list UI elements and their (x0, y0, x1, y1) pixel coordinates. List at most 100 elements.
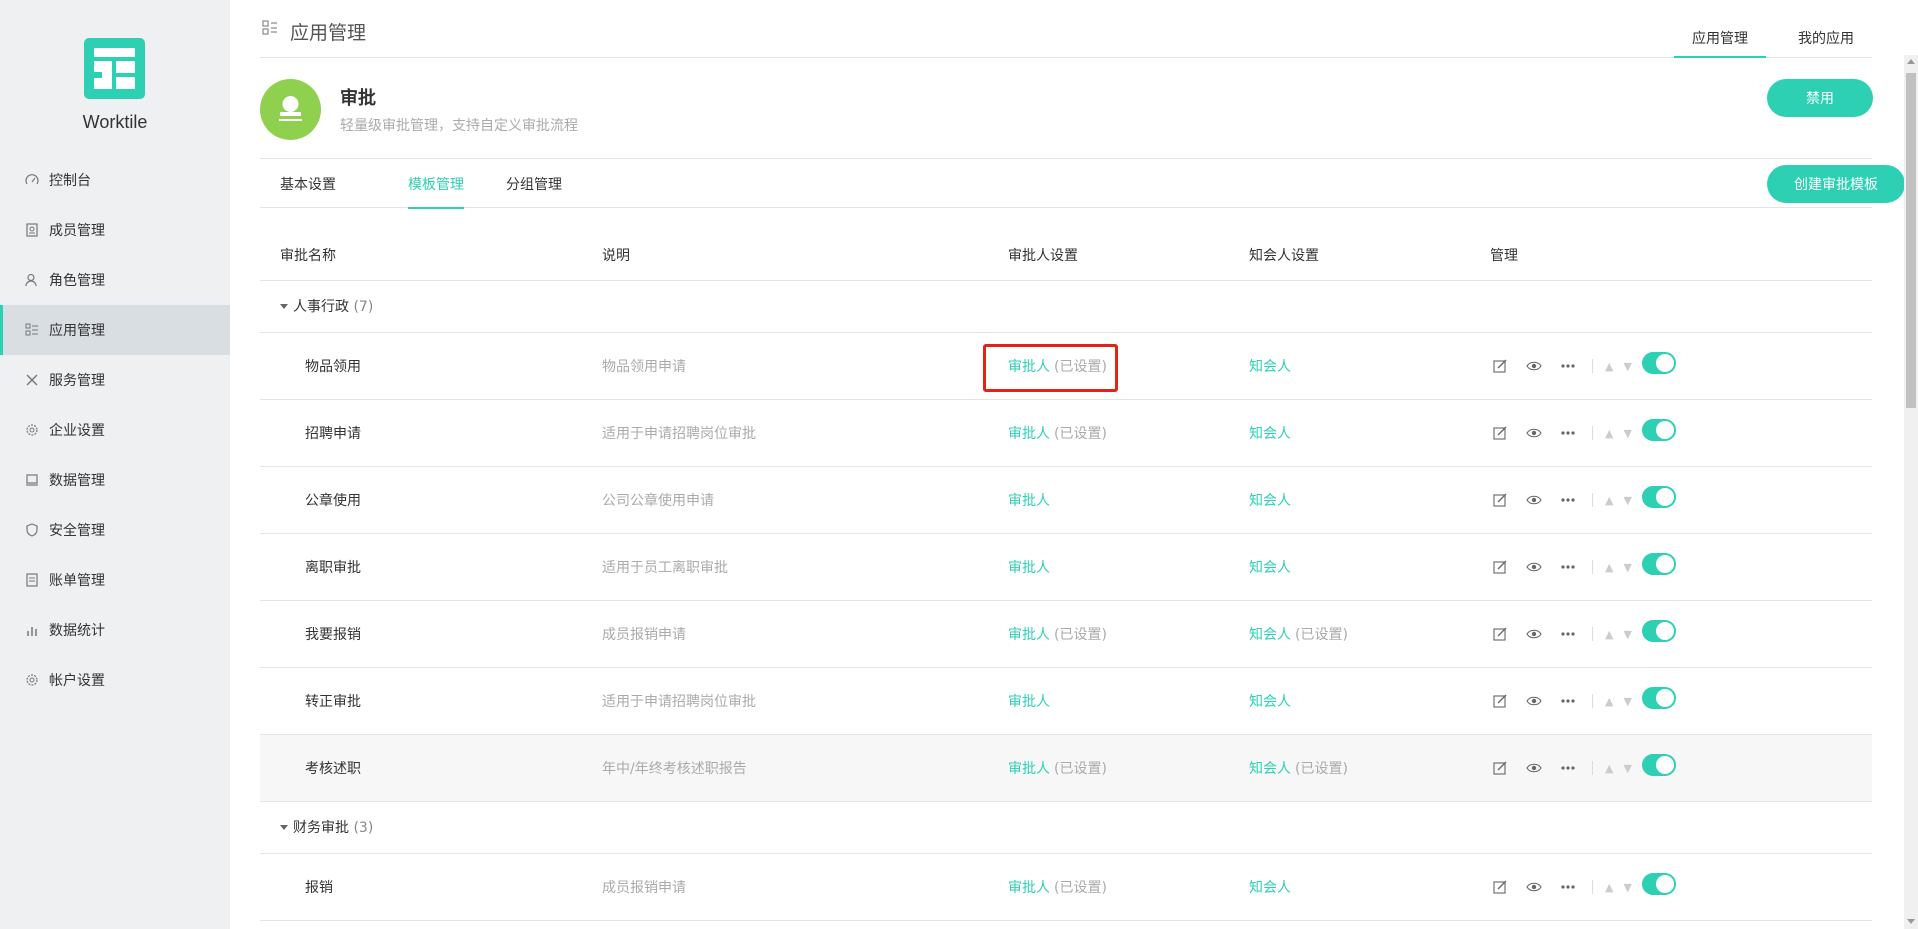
edit-icon[interactable] (1490, 356, 1510, 376)
group-row[interactable]: 财务审批 (3) (260, 802, 1872, 854)
group-label: 财务审批 (3) (293, 802, 373, 854)
edit-icon[interactable] (1490, 490, 1510, 510)
more-icon[interactable] (1558, 691, 1578, 711)
edit-icon[interactable] (1490, 423, 1510, 443)
arrow-up-icon[interactable]: ▲ (1605, 628, 1613, 641)
eye-icon[interactable] (1524, 423, 1544, 443)
more-icon[interactable] (1558, 423, 1578, 443)
arrow-down-icon[interactable]: ▼ (1623, 762, 1631, 775)
scroll-thumb[interactable] (1906, 73, 1916, 408)
sidebar-item-3[interactable]: 应用管理 (0, 305, 230, 355)
enable-toggle[interactable] (1641, 486, 1676, 508)
edit-icon[interactable] (1490, 758, 1510, 778)
caret-down-icon[interactable] (280, 825, 288, 830)
sidebar-item-2[interactable]: 角色管理 (0, 255, 230, 305)
enable-toggle[interactable] (1641, 620, 1676, 642)
worktile-logo-icon[interactable] (84, 38, 145, 99)
template-description: 适用于申请招聘岗位审批 (602, 426, 756, 442)
caret-down-icon[interactable] (280, 304, 288, 309)
cc-link[interactable]: 知会人 (1249, 356, 1291, 376)
sidebar-item-label: 账单管理 (49, 573, 105, 589)
cc-link[interactable]: 知会人 (1249, 490, 1291, 510)
scroll-up-icon[interactable] (1907, 59, 1915, 64)
tab-my-apps[interactable]: 我的应用 (1780, 0, 1872, 58)
arrow-down-icon[interactable]: ▼ (1623, 561, 1631, 574)
sidebar-item-9[interactable]: 数据统计 (0, 605, 230, 655)
enable-toggle[interactable] (1641, 754, 1676, 776)
eye-icon[interactable] (1524, 624, 1544, 644)
disable-button[interactable]: 禁用 (1767, 79, 1873, 117)
group-row[interactable]: 人事行政 (7) (260, 281, 1872, 333)
sidebar-item-5[interactable]: 企业设置 (0, 405, 230, 455)
sidebar-item-4[interactable]: 服务管理 (0, 355, 230, 405)
sidebar-item-8[interactable]: 账单管理 (0, 555, 230, 605)
arrow-down-icon[interactable]: ▼ (1623, 427, 1631, 440)
approver-link[interactable]: 审批人 (1008, 356, 1050, 376)
cc-link[interactable]: 知会人 (1249, 423, 1291, 443)
group-name: 人事行政 (293, 299, 349, 315)
more-icon[interactable] (1558, 356, 1578, 376)
approver-link[interactable]: 审批人 (1008, 758, 1050, 778)
arrow-up-icon[interactable]: ▲ (1605, 881, 1613, 894)
sidebar-item-6[interactable]: 数据管理 (0, 455, 230, 505)
eye-icon[interactable] (1524, 691, 1544, 711)
arrow-up-icon[interactable]: ▲ (1605, 561, 1613, 574)
cc-link[interactable]: 知会人 (1249, 557, 1291, 577)
cc-link[interactable]: 知会人 (1249, 758, 1291, 778)
cc-link[interactable]: 知会人 (1249, 877, 1291, 897)
approver-link[interactable]: 审批人 (1008, 423, 1050, 443)
cc-link[interactable]: 知会人 (1249, 624, 1291, 644)
eye-icon[interactable] (1524, 557, 1544, 577)
eye-icon[interactable] (1524, 490, 1544, 510)
tab-app-management[interactable]: 应用管理 (1674, 0, 1766, 58)
more-icon[interactable] (1558, 624, 1578, 644)
tab-template-management[interactable]: 模板管理 (408, 160, 464, 209)
eye-icon[interactable] (1524, 877, 1544, 897)
approver-link[interactable]: 审批人 (1008, 624, 1050, 644)
row-actions: ▲ ▼ (1490, 534, 1676, 600)
enable-toggle[interactable] (1641, 553, 1676, 575)
arrow-up-icon[interactable]: ▲ (1605, 762, 1613, 775)
approver-link[interactable]: 审批人 (1008, 557, 1050, 577)
arrow-up-icon[interactable]: ▲ (1605, 494, 1613, 507)
enable-toggle[interactable] (1641, 419, 1676, 441)
create-template-button[interactable]: 创建审批模板 (1767, 165, 1905, 203)
approver-link[interactable]: 审批人 (1008, 691, 1050, 711)
sidebar-item-7[interactable]: 安全管理 (0, 505, 230, 555)
enable-toggle[interactable] (1641, 687, 1676, 709)
arrow-up-icon[interactable]: ▲ (1605, 427, 1613, 440)
scrollbar[interactable] (1904, 55, 1918, 929)
cc-link[interactable]: 知会人 (1249, 691, 1291, 711)
arrow-up-icon[interactable]: ▲ (1605, 695, 1613, 708)
sidebar-item-10[interactable]: 帐户设置 (0, 655, 230, 705)
enable-toggle[interactable] (1641, 873, 1676, 895)
more-icon[interactable] (1558, 758, 1578, 778)
edit-icon[interactable] (1490, 557, 1510, 577)
eye-icon[interactable] (1524, 356, 1544, 376)
sidebar-item-1[interactable]: 成员管理 (0, 205, 230, 255)
arrow-down-icon[interactable]: ▼ (1623, 360, 1631, 373)
enable-toggle[interactable] (1641, 352, 1676, 374)
eye-icon[interactable] (1524, 758, 1544, 778)
more-icon[interactable] (1558, 877, 1578, 897)
sidebar-item-0[interactable]: 控制台 (0, 155, 230, 205)
edit-icon[interactable] (1490, 691, 1510, 711)
scroll-down-icon[interactable] (1907, 919, 1915, 924)
arrow-up-icon[interactable]: ▲ (1605, 360, 1613, 373)
table-row: 我要报销 成员报销申请 审批人 (已设置) 知会人 (已设置) ▲ ▼ (260, 601, 1872, 668)
arrow-down-icon[interactable]: ▼ (1623, 494, 1631, 507)
divider (1592, 359, 1593, 373)
arrow-down-icon[interactable]: ▼ (1623, 695, 1631, 708)
edit-icon[interactable] (1490, 624, 1510, 644)
arrow-down-icon[interactable]: ▼ (1623, 881, 1631, 894)
cc-setting: 知会人 (1249, 333, 1291, 399)
arrow-down-icon[interactable]: ▼ (1623, 628, 1631, 641)
sidebar-nav: 控制台 成员管理 角色管理 应用管理 服务管理 企业设置 数据管理 安全管理账单管理数据统计帐… (0, 155, 230, 705)
approver-link[interactable]: 审批人 (1008, 490, 1050, 510)
more-icon[interactable] (1558, 490, 1578, 510)
tab-group-management[interactable]: 分组管理 (506, 160, 562, 208)
tab-basic-settings[interactable]: 基本设置 (280, 160, 336, 208)
edit-icon[interactable] (1490, 877, 1510, 897)
more-icon[interactable] (1558, 557, 1578, 577)
approver-link[interactable]: 审批人 (1008, 877, 1050, 897)
